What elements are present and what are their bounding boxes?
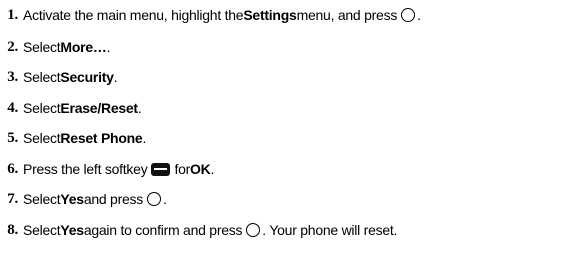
step-item: 7. Select Yes and press . (0, 187, 579, 211)
step-number: 3. (7, 68, 18, 85)
step-text: Select (23, 39, 61, 55)
select-key-icon (401, 8, 416, 22)
step-number: 1. (7, 6, 18, 23)
step-number: 2. (7, 38, 18, 55)
step-text: Select (23, 130, 61, 146)
step-text: Select (23, 191, 61, 207)
menu-name-settings: Settings (243, 7, 297, 23)
step-item: 5. Select Reset Phone . (0, 126, 579, 150)
option-yes: Yes (60, 222, 84, 238)
step-item: 4. Select Erase/Reset . (0, 96, 579, 120)
step-text: . (137, 100, 142, 116)
step-text: . (113, 69, 118, 85)
menu-name-erase-reset: Erase/Reset (60, 100, 138, 116)
step-text: . (106, 39, 111, 55)
menu-name-more: More… (60, 39, 107, 55)
step-text: again to confirm and press (83, 222, 243, 238)
step-item: 8. Select Yes again to confirm and press… (0, 218, 579, 242)
step-text: . Your phone will reset. (262, 222, 398, 238)
step-number: 4. (7, 99, 18, 116)
step-text: . (163, 191, 167, 207)
step-text: . (417, 7, 421, 23)
step-text: Select (23, 100, 61, 116)
select-key-icon (147, 192, 162, 206)
step-number: 8. (7, 221, 18, 238)
step-number: 7. (7, 190, 18, 207)
step-item: 3. Select Security . (0, 65, 579, 89)
step-item: 1. Activate the main menu, highlight the… (0, 3, 579, 27)
step-text: . (142, 130, 147, 146)
step-item: 2. Select More… . (0, 35, 579, 59)
step-number: 5. (7, 129, 18, 146)
step-text: and press (83, 191, 144, 207)
step-text: Select (23, 69, 61, 85)
softkey-label-ok: OK (190, 161, 211, 177)
step-text: Activate the main menu, highlight the (23, 7, 244, 23)
step-text: for (174, 161, 191, 177)
menu-name-security: Security (60, 69, 114, 85)
left-softkey-icon (151, 162, 171, 176)
step-number: 6. (7, 160, 18, 177)
step-text: Press the left softkey (23, 161, 148, 177)
step-text: . (210, 161, 215, 177)
menu-name-reset-phone: Reset Phone (60, 130, 143, 146)
step-text: menu, and press (296, 7, 398, 23)
step-text: Select (23, 222, 61, 238)
select-key-icon (246, 223, 261, 237)
step-item: 6. Press the left softkey for OK . (0, 157, 579, 181)
option-yes: Yes (60, 191, 84, 207)
